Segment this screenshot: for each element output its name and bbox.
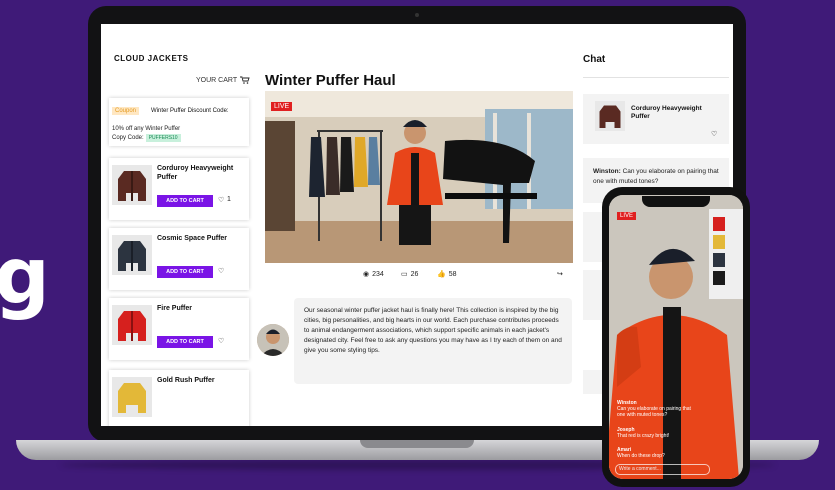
jacket-icon [118,241,146,271]
your-cart-label: YOUR CART [196,76,238,84]
product-thumbnail[interactable] [112,305,152,345]
jacket-icon [118,171,146,201]
chat-product-name: Corduroy Heavyweight Puffer [631,105,702,121]
product-card: Gold Rush Puffer [109,370,249,426]
laptop-notch [360,440,474,448]
store-brand: CLOUD JACKETS [114,54,189,63]
add-to-cart-button[interactable]: ADD TO CART [157,266,213,278]
chat-message-author: Winston: [593,168,621,175]
product-card: Corduroy Heavyweight Puffer ADD TO CART … [109,158,249,220]
share-icon[interactable]: ↪ [557,270,563,278]
live-badge: LIVE [271,102,293,111]
product-name: Gold Rush Puffer [157,377,215,384]
jacket-icon [118,311,146,341]
heart-icon[interactable]: ♡ [711,130,717,138]
product-name: Corduroy Heavyweight Puffer [157,165,234,181]
background-headline-fragment: g [0,232,50,322]
description-text: Our seasonal winter puffer jacket haul i… [304,307,562,354]
product-thumbnail[interactable] [112,235,152,275]
jacket-icon [118,383,146,413]
product-name: Cosmic Space Puffer [157,235,228,242]
product-thumbnail[interactable] [112,165,152,205]
product-card: Cosmic Space Puffer ADD TO CART ♡ [109,228,249,290]
stream-description: Our seasonal winter puffer jacket haul i… [294,298,572,384]
product-like-count: 1 [227,196,231,203]
chat-title: Chat [583,54,606,65]
phone-comment-input[interactable]: Write a comment... [615,464,710,475]
laptop-camera [415,13,419,17]
host-avatar [257,324,289,356]
add-to-cart-button[interactable]: ADD TO CART [157,336,213,348]
phone-chat-message: Joseph That red is crazy bright! [617,427,697,439]
phone-chat-message: Amari When do these drop? [617,447,697,459]
product-card: Fire Puffer ADD TO CART ♡ [109,298,249,360]
views-stat: ◉ 234 [363,270,384,279]
coupon-code-row: Copy Code: PUFFERS10 [112,134,181,142]
phone-chat-text: Can you elaborate on pairing that one wi… [617,406,691,418]
phone-chat-message: Winston Can you elaborate on pairing tha… [617,400,697,418]
phone-chat-text: When do these drop? [617,453,665,459]
video-frame [265,91,573,263]
add-to-cart-button[interactable]: ADD TO CART [157,195,213,207]
views-count: 234 [372,270,384,278]
cart-icon [240,76,250,84]
comments-stat[interactable]: ▭ 26 [401,270,419,279]
video-stats-bar: ◉ 234 ▭ 26 👍 58 ↪ [265,267,573,283]
comments-count: 26 [410,270,419,278]
phone-live-badge: LIVE [617,212,637,220]
thumbs-up-icon: 👍 [437,271,446,278]
avatar-icon [257,324,289,356]
heart-icon[interactable]: ♡ [218,196,224,204]
coupon-copy-label: Copy Code: [112,135,144,141]
likes-count: 58 [448,270,457,278]
heart-icon[interactable]: ♡ [218,337,224,345]
coupon-card: Coupon Winter Puffer Discount Code: 10% … [109,98,249,146]
page-title: Winter Puffer Haul [265,72,396,89]
your-cart-link[interactable]: YOUR CART [196,76,250,84]
live-video-player[interactable]: LIVE [265,91,573,263]
coupon-description: 10% off any Winter Puffer [112,126,181,132]
likes-stat[interactable]: 👍 58 [437,270,457,279]
chat-divider [583,77,729,78]
phone-notch [642,196,710,207]
product-name: Fire Puffer [157,305,193,312]
coupon-badge: Coupon [112,107,140,115]
coupon-title: Winter Puffer Discount Code: [151,108,229,114]
heart-icon[interactable]: ♡ [218,267,224,275]
comment-icon: ▭ [401,271,408,278]
eye-icon: ◉ [363,271,370,278]
coupon-code-tag[interactable]: PUFFERS10 [145,134,181,142]
product-thumbnail[interactable] [112,377,152,417]
jacket-icon [599,105,621,128]
chat-product-thumbnail [595,101,625,131]
chat-featured-product[interactable]: Corduroy Heavyweight Puffer ♡ [583,94,729,144]
phone-chat-text: That red is crazy bright! [617,433,670,439]
